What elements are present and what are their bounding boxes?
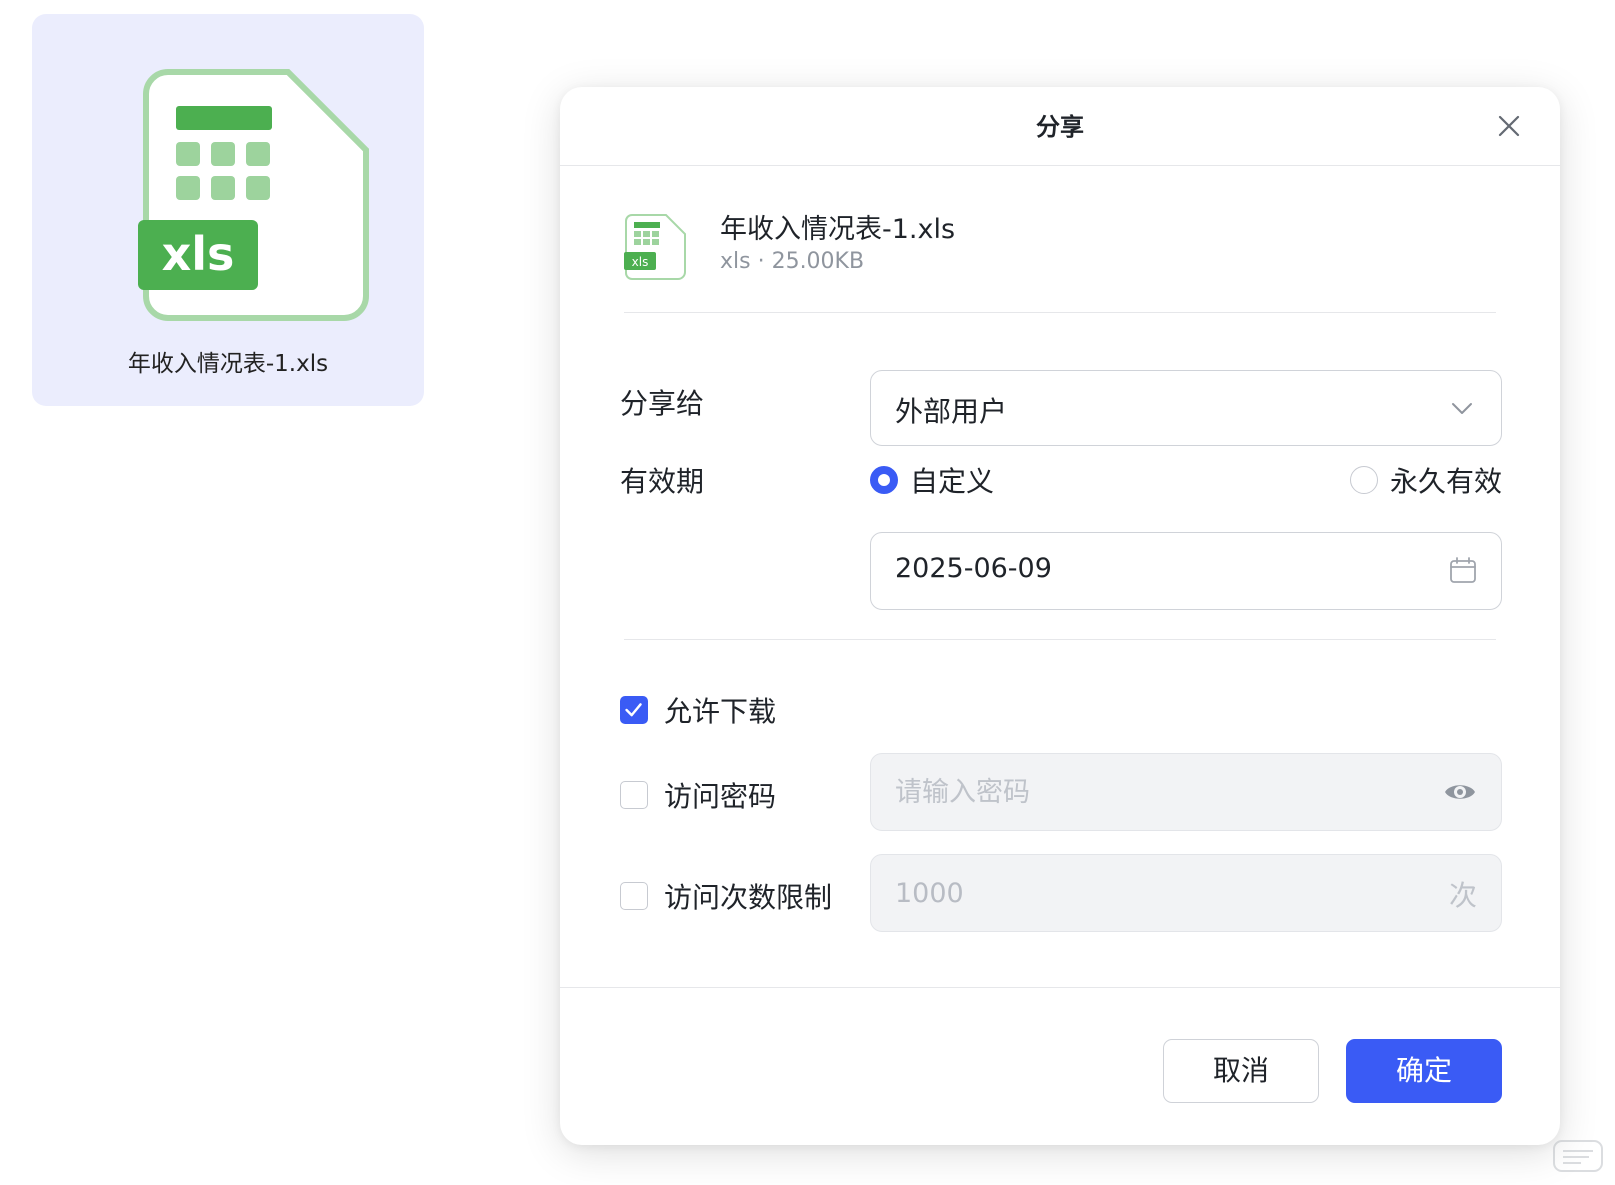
calendar-icon[interactable] — [1449, 556, 1477, 584]
check-icon — [625, 703, 642, 717]
eye-icon[interactable] — [1443, 778, 1477, 806]
xls-file-icon: xls — [624, 214, 686, 280]
radio-permanent[interactable]: 永久有效 — [1350, 460, 1502, 500]
access-limit-field[interactable]: 次 — [870, 854, 1502, 932]
radio-permanent-label: 永久有效 — [1390, 465, 1503, 498]
validity-label: 有效期 — [620, 465, 705, 498]
xls-file-icon: xls — [138, 69, 369, 321]
close-icon[interactable] — [1494, 111, 1524, 141]
footer-divider — [560, 987, 1560, 988]
confirm-button[interactable]: 确定 — [1346, 1039, 1502, 1103]
tile-file-name: 年收入情况表-1.xls — [127, 351, 329, 377]
share-to-label: 分享给 — [620, 387, 705, 420]
radio-custom[interactable]: 自定义 — [870, 460, 994, 500]
password-input[interactable] — [893, 754, 1393, 830]
file-name: 年收入情况表-1.xls — [720, 214, 956, 245]
file-badge: xls — [632, 255, 649, 269]
divider — [624, 639, 1496, 640]
access-limit-unit: 次 — [1448, 879, 1477, 912]
access-password-checkbox[interactable]: 访问密码 — [620, 775, 776, 815]
access-limit-label: 访问次数限制 — [664, 881, 833, 914]
tile-badge: xls — [162, 227, 235, 281]
checkbox — [620, 781, 648, 809]
share-to-value: 外部用户 — [895, 395, 1008, 428]
share-to-select[interactable]: 外部用户 — [870, 370, 1502, 446]
access-limit-input[interactable] — [893, 855, 1393, 931]
password-field[interactable] — [870, 753, 1502, 831]
date-value: 2025-06-09 — [895, 553, 1052, 584]
file-tile[interactable]: xls 年收入情况表-1.xls — [32, 14, 424, 406]
date-picker[interactable]: 2025-06-09 — [870, 532, 1502, 610]
radio-dot — [1350, 466, 1378, 494]
divider — [624, 312, 1496, 313]
dialog-header: 分享 — [560, 87, 1560, 166]
dialog-title: 分享 — [1036, 113, 1084, 141]
checkbox-checked — [620, 696, 648, 724]
file-meta: xls · 25.00KB — [720, 249, 865, 274]
watermark-icon — [1553, 1140, 1603, 1172]
access-limit-checkbox[interactable]: 访问次数限制 — [620, 876, 832, 916]
share-dialog: 分享 xls 年收入情况表-1.xls xls · 25.00KB 分享给 外部… — [560, 87, 1560, 1145]
allow-download-label: 允许下载 — [664, 695, 777, 728]
chevron-down-icon — [1452, 403, 1472, 414]
access-password-label: 访问密码 — [664, 780, 777, 813]
radio-custom-label: 自定义 — [910, 465, 995, 498]
radio-dot-selected — [870, 466, 898, 494]
allow-download-checkbox[interactable]: 允许下载 — [620, 690, 776, 730]
checkbox — [620, 882, 648, 910]
cancel-button[interactable]: 取消 — [1163, 1039, 1319, 1103]
